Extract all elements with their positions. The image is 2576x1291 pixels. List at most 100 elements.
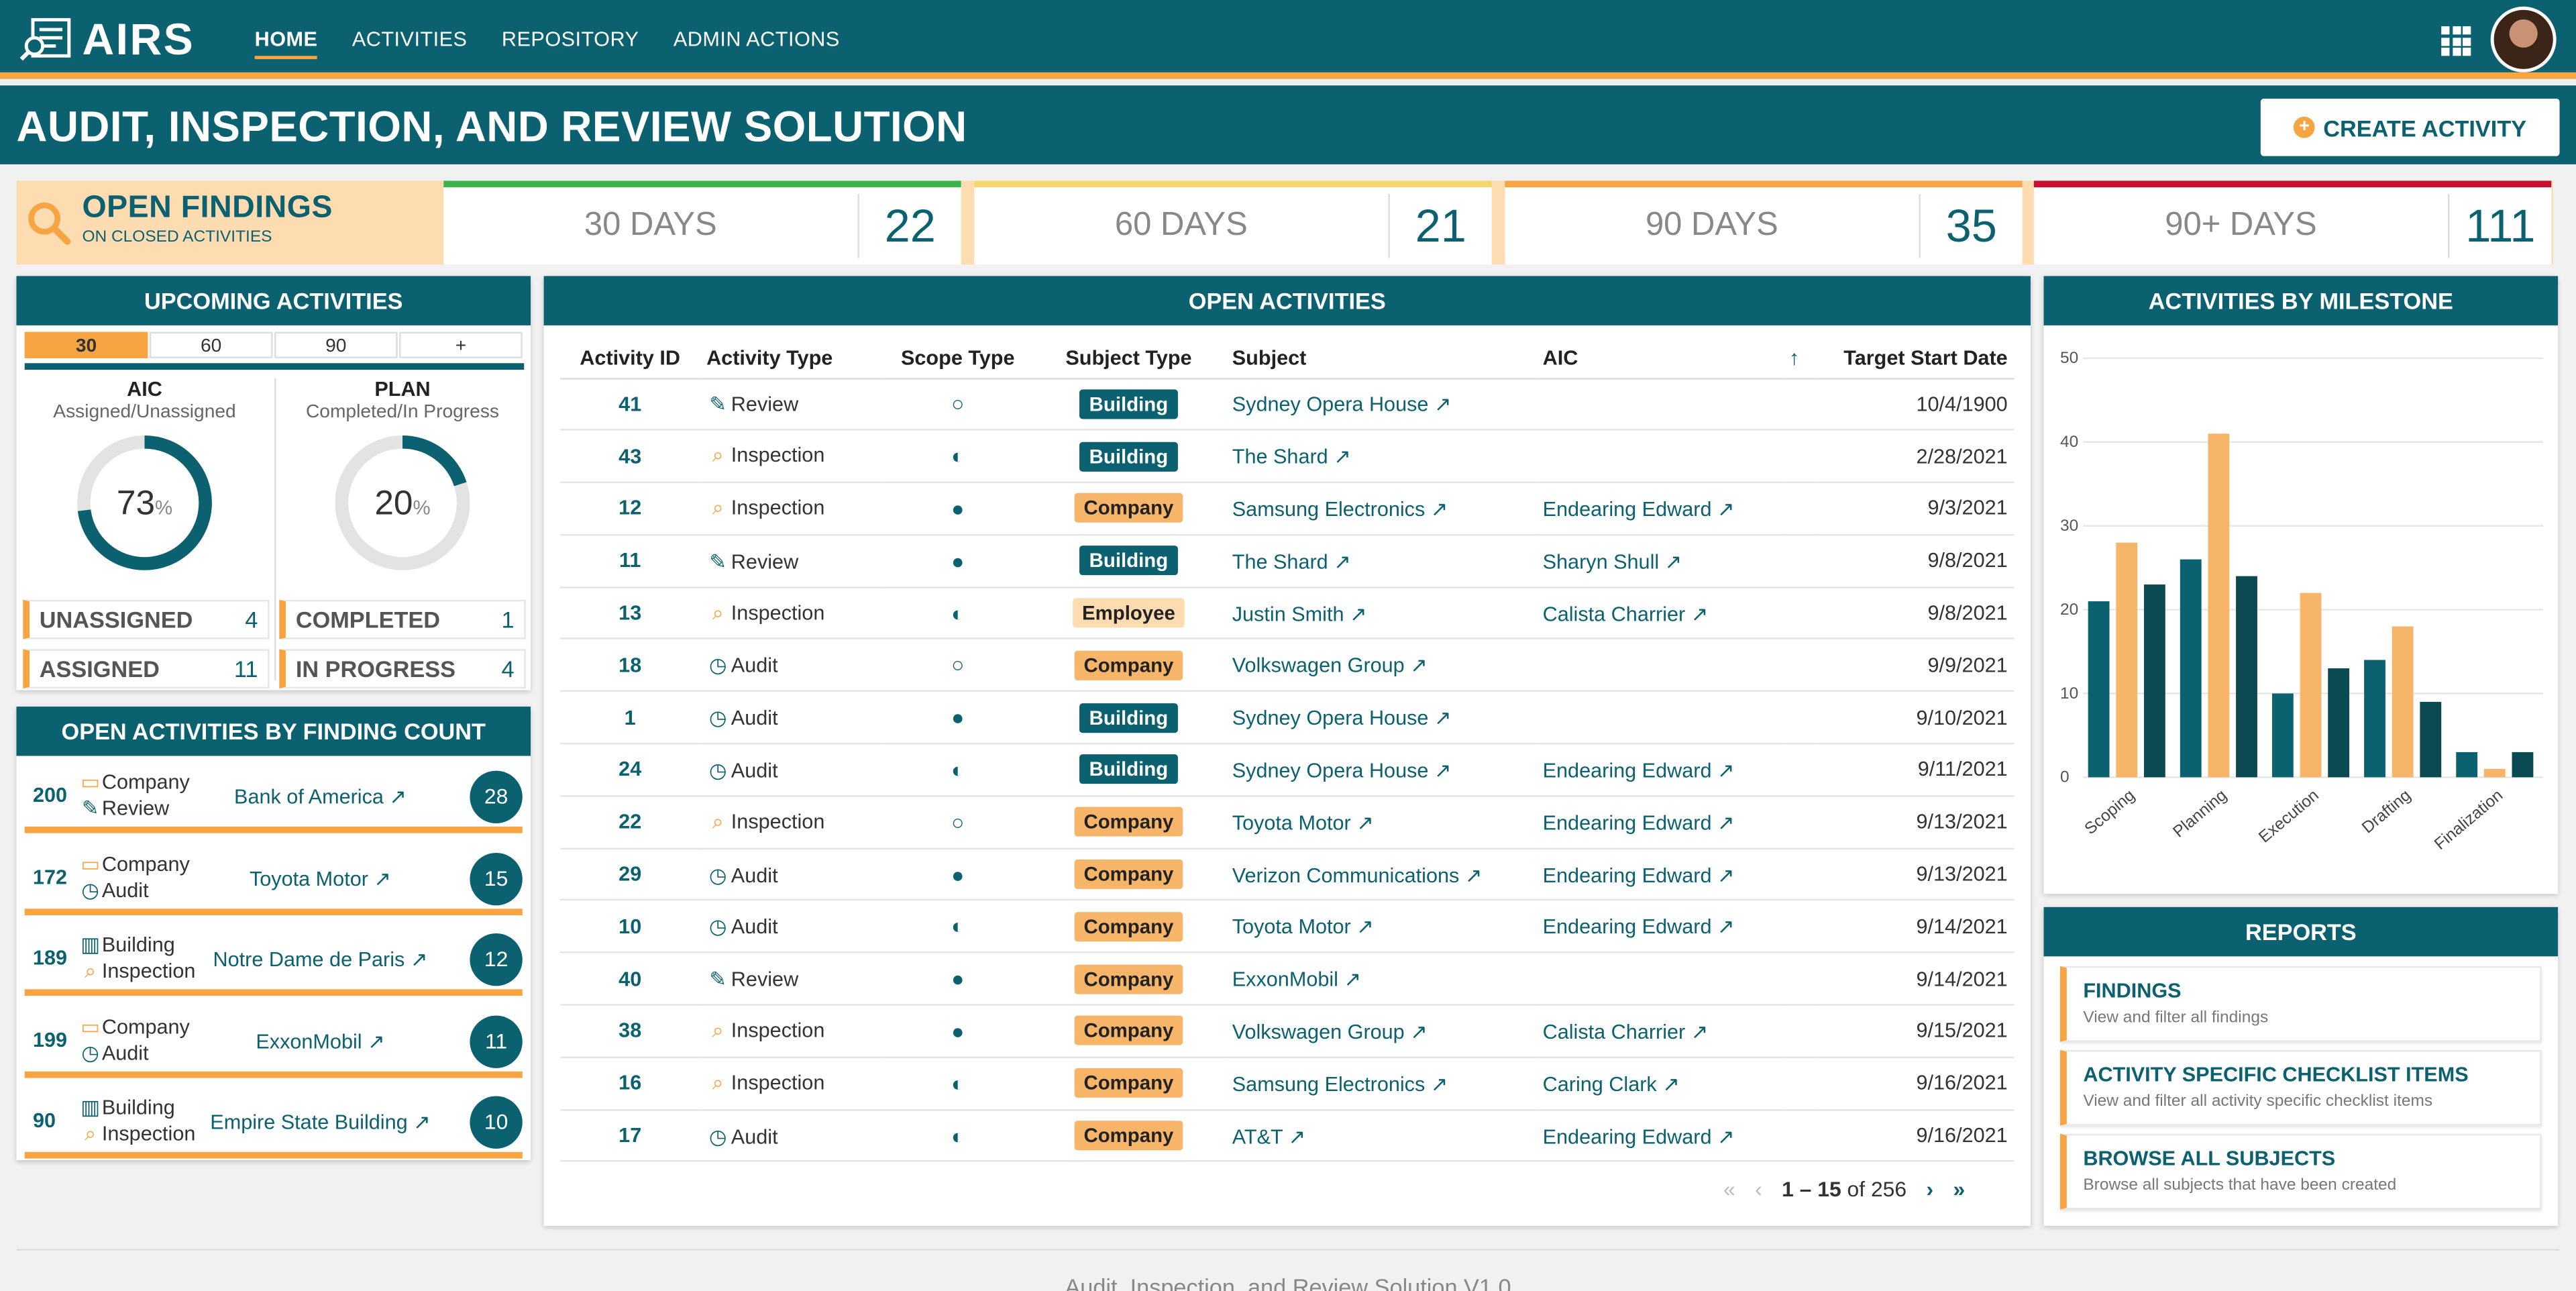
prev-page-icon[interactable]: ‹: [1755, 1176, 1762, 1201]
aic-link[interactable]: Endearing Edward ↗: [1543, 916, 1735, 939]
table-row[interactable]: 29 ◷ Audit ● Company Verizon Communicatio…: [560, 848, 2015, 902]
cell-activity-id[interactable]: 43: [560, 430, 700, 484]
tab-60[interactable]: 60: [149, 331, 273, 358]
finding-count-row[interactable]: 189 ▥ Building ⌕ Inspection Notre Dame de …: [24, 923, 523, 996]
app-logo[interactable]: AIRS: [19, 14, 195, 64]
chart-bar[interactable]: [2512, 752, 2534, 778]
table-row[interactable]: 22 ⌕ Inspection ○ Company Toyota Motor ↗ …: [560, 796, 2015, 849]
col-subject-type[interactable]: Subject Type: [1031, 338, 1226, 379]
findings-90-plus-days-card[interactable]: 90+ DAYS 111: [2033, 180, 2552, 265]
subject-link[interactable]: Justin Smith ↗: [1232, 603, 1367, 625]
report-findings[interactable]: FINDINGS View and filter all findings: [2060, 966, 2542, 1042]
aic-link[interactable]: Endearing Edward ↗: [1543, 1125, 1735, 1147]
cell-activity-id[interactable]: 38: [560, 1004, 700, 1058]
aic-link[interactable]: Calista Charrier ↗: [1543, 1021, 1709, 1043]
apps-grid-icon[interactable]: [2441, 26, 2471, 56]
col-activity-id[interactable]: Activity ID: [560, 338, 700, 379]
table-row[interactable]: 11 ✎ Review ● Building The Shard ↗ Sharyn…: [560, 534, 2015, 588]
in-progress-stat[interactable]: IN PROGRESS 4: [279, 649, 526, 689]
table-row[interactable]: 41 ✎ Review ○ Building Sydney Opera House…: [560, 378, 2015, 431]
row-subject-link[interactable]: Empire State Building ↗: [205, 1109, 435, 1134]
subject-link[interactable]: Sydney Opera House ↗: [1232, 759, 1452, 782]
aic-link[interactable]: Calista Charrier ↗: [1543, 603, 1709, 625]
aic-link[interactable]: Caring Clark ↗: [1543, 1073, 1680, 1096]
table-row[interactable]: 16 ⌕ Inspection ◐ Company Samsung Electro…: [560, 1057, 2015, 1111]
subject-link[interactable]: The Shard ↗: [1232, 446, 1351, 468]
nav-repository[interactable]: REPOSITORY: [502, 0, 639, 79]
chart-bar[interactable]: [2456, 752, 2478, 778]
aic-link[interactable]: Endearing Edward ↗: [1543, 864, 1735, 886]
subject-link[interactable]: Sydney Opera House ↗: [1232, 393, 1452, 416]
cell-activity-id[interactable]: 41: [560, 378, 700, 431]
col-aic[interactable]: AIC: [1536, 338, 1783, 379]
col-scope-type[interactable]: Scope Type: [883, 338, 1032, 379]
table-row[interactable]: 13 ⌕ Inspection ◐ Employee Justin Smith ↗…: [560, 586, 2015, 640]
cell-activity-id[interactable]: 17: [560, 1109, 700, 1163]
nav-home[interactable]: HOME: [254, 0, 319, 79]
chart-bar[interactable]: [2392, 626, 2414, 778]
cell-activity-id[interactable]: 40: [560, 952, 700, 1006]
chart-bar[interactable]: [2271, 693, 2294, 778]
create-activity-button[interactable]: + CREATE ACTIVITY: [2260, 98, 2560, 156]
table-row[interactable]: 38 ⌕ Inspection ● Company Volkswagen Grou…: [560, 1004, 2015, 1058]
subject-link[interactable]: Samsung Electronics ↗: [1232, 1073, 1448, 1096]
col-subject[interactable]: Subject: [1225, 338, 1536, 379]
chart-bar[interactable]: [2236, 576, 2257, 778]
chart-bar[interactable]: [2300, 592, 2322, 778]
row-subject-link[interactable]: Bank of America ↗: [205, 784, 435, 809]
finding-count-row[interactable]: 90 ▥ Building ⌕ Inspection Empire State Bu…: [24, 1086, 523, 1159]
cell-activity-id[interactable]: 18: [560, 639, 700, 692]
chart-bar[interactable]: [2328, 668, 2350, 778]
chart-bar[interactable]: [2180, 559, 2202, 778]
subject-link[interactable]: Samsung Electronics ↗: [1232, 498, 1448, 521]
chart-bar[interactable]: [2088, 601, 2110, 778]
subject-link[interactable]: Sydney Opera House ↗: [1232, 707, 1452, 729]
table-row[interactable]: 24 ◷ Audit ◐ Building Sydney Opera House …: [560, 743, 2015, 797]
table-row[interactable]: 1 ◷ Audit ● Building Sydney Opera House ↗…: [560, 691, 2015, 745]
cell-activity-id[interactable]: 29: [560, 848, 700, 902]
finding-count-row[interactable]: 200 ▭ Company ✎ Review Bank of America ↗ 2…: [24, 761, 523, 833]
cell-activity-id[interactable]: 22: [560, 796, 700, 849]
cell-activity-id[interactable]: 24: [560, 743, 700, 797]
table-row[interactable]: 40 ✎ Review ● Company ExxonMobil ↗ 9/14/2…: [560, 952, 2015, 1006]
aic-link[interactable]: Endearing Edward ↗: [1543, 811, 1735, 834]
subject-link[interactable]: AT&T ↗: [1232, 1125, 1306, 1147]
findings-90-days-card[interactable]: 90 DAYS 35: [1505, 180, 2023, 265]
cell-activity-id[interactable]: 12: [560, 482, 700, 536]
subject-link[interactable]: ExxonMobil ↗: [1232, 968, 1361, 991]
next-page-icon[interactable]: ›: [1926, 1176, 1933, 1201]
row-subject-link[interactable]: ExxonMobil ↗: [205, 1028, 435, 1052]
finding-count-row[interactable]: 199 ▭ Company ◷ Audit ExxonMobil ↗ 11: [24, 1005, 523, 1078]
table-row[interactable]: 18 ◷ Audit ○ Company Volkswagen Group ↗ 9…: [560, 639, 2015, 692]
subject-link[interactable]: Volkswagen Group ↗: [1232, 1021, 1428, 1043]
table-row[interactable]: 17 ◷ Audit ◐ Company AT&T ↗ Endearing Edw…: [560, 1109, 2015, 1163]
row-subject-link[interactable]: Toyota Motor ↗: [205, 865, 435, 890]
nav-admin-actions[interactable]: ADMIN ACTIONS: [674, 0, 840, 79]
chart-bar[interactable]: [2208, 433, 2230, 778]
first-page-icon[interactable]: «: [1723, 1176, 1735, 1201]
chart-bar[interactable]: [2364, 660, 2385, 778]
last-page-icon[interactable]: »: [1953, 1176, 1966, 1201]
tab-90[interactable]: 90: [274, 331, 398, 358]
user-avatar[interactable]: [2490, 6, 2557, 72]
chart-bar[interactable]: [2143, 584, 2165, 778]
chart-bar[interactable]: [2116, 542, 2138, 778]
subject-link[interactable]: Toyota Motor ↗: [1232, 916, 1374, 939]
cell-activity-id[interactable]: 16: [560, 1057, 700, 1111]
cell-activity-id[interactable]: 10: [560, 900, 700, 954]
tab-30[interactable]: 30: [24, 331, 148, 358]
completed-stat[interactable]: COMPLETED 1: [279, 599, 526, 639]
unassigned-stat[interactable]: UNASSIGNED 4: [23, 599, 270, 639]
cell-activity-id[interactable]: 1: [560, 691, 700, 745]
report-browse-subjects[interactable]: BROWSE ALL SUBJECTS Browse all subjects …: [2060, 1133, 2542, 1210]
cell-activity-id[interactable]: 11: [560, 534, 700, 588]
row-subject-link[interactable]: Notre Dame de Paris ↗: [205, 947, 435, 971]
tab-plus[interactable]: +: [399, 331, 523, 358]
col-target-start-date[interactable]: Target Start Date: [1815, 338, 2015, 379]
report-checklist-items[interactable]: ACTIVITY SPECIFIC CHECKLIST ITEMS View a…: [2060, 1049, 2542, 1126]
findings-30-days-card[interactable]: 30 DAYS 22: [443, 180, 961, 265]
cell-activity-id[interactable]: 13: [560, 586, 700, 640]
subject-link[interactable]: Verizon Communications ↗: [1232, 864, 1483, 886]
chart-bar[interactable]: [2420, 701, 2442, 778]
assigned-stat[interactable]: ASSIGNED 11: [23, 649, 270, 689]
